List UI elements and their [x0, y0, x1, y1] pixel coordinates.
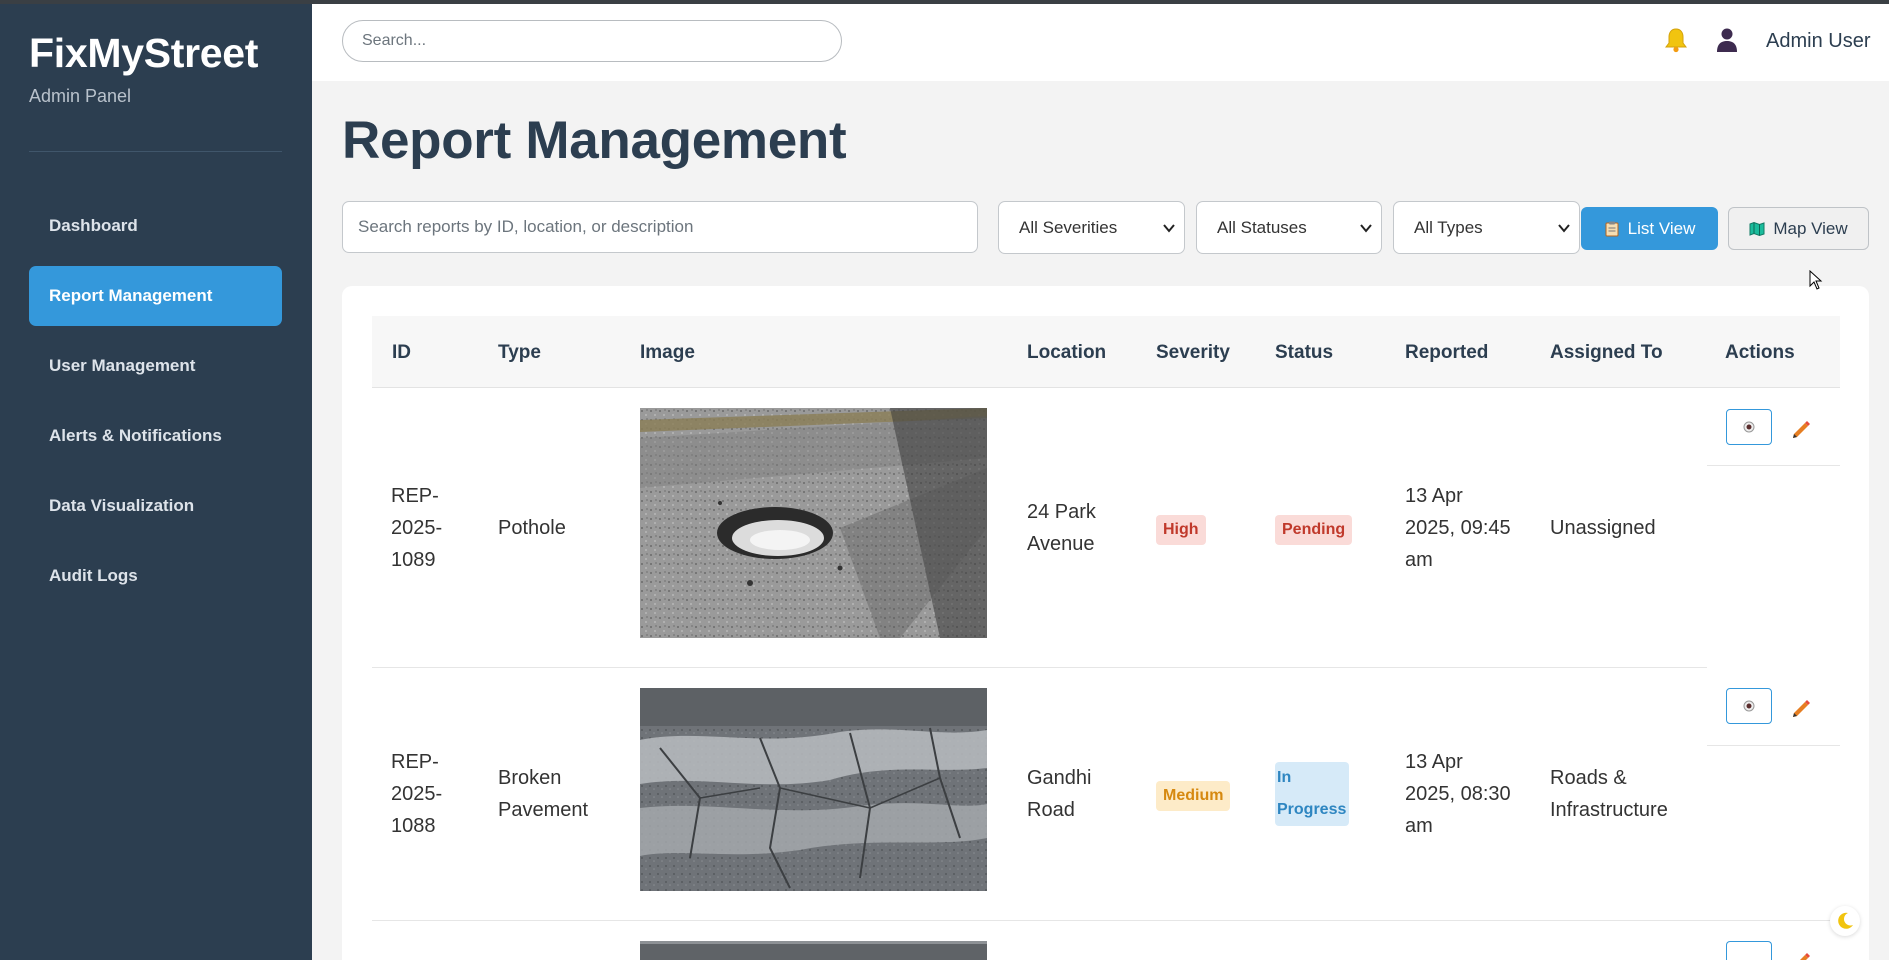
severity-badge: High: [1156, 515, 1206, 545]
sidebar-nav: Dashboard Report Management User Managem…: [29, 196, 282, 616]
column-header-type[interactable]: Type: [498, 342, 541, 364]
sidebar-item-user-management[interactable]: User Management: [29, 336, 282, 396]
sidebar-item-data-visualization[interactable]: Data Visualization: [29, 476, 282, 536]
type-filter-value: All Types: [1414, 217, 1483, 237]
report-date: 13 Apr 2025, 09:45 am: [1405, 485, 1511, 571]
report-location: 24 Park Avenue: [1027, 501, 1096, 555]
list-view-label: List View: [1627, 218, 1696, 238]
clipboard-icon: [1605, 221, 1619, 236]
sidebar-divider: [29, 151, 282, 152]
sidebar-item-label: Alerts & Notifications: [49, 426, 222, 445]
column-header-severity[interactable]: Severity: [1156, 342, 1230, 364]
sidebar-item-label: Audit Logs: [49, 566, 138, 585]
row-divider: [372, 667, 1707, 668]
map-icon: [1749, 221, 1765, 236]
sidebar-item-alerts-notifications[interactable]: Alerts & Notifications: [29, 406, 282, 466]
eye-icon: [1743, 421, 1755, 433]
user-icon[interactable]: [1715, 27, 1739, 53]
actions-divider: [1707, 465, 1840, 466]
chevron-down-icon: [1558, 224, 1570, 233]
report-search-input[interactable]: [342, 201, 978, 253]
chevron-down-icon: [1360, 224, 1372, 233]
bell-icon[interactable]: [1664, 27, 1688, 53]
status-badge: In Progress: [1275, 762, 1349, 826]
status-filter-select[interactable]: All Statuses: [1196, 201, 1382, 254]
sidebar-item-label: Data Visualization: [49, 496, 195, 515]
current-user-name[interactable]: Admin User: [1766, 30, 1870, 53]
column-header-location[interactable]: Location: [1027, 342, 1106, 364]
brand-subtitle: Admin Panel: [29, 86, 132, 106]
status-filter-value: All Statuses: [1217, 217, 1307, 237]
page-title: Report Management: [342, 111, 847, 170]
sidebar-item-audit-logs[interactable]: Audit Logs: [29, 546, 282, 606]
report-id[interactable]: REP-2025-1088: [391, 746, 463, 842]
sidebar: FixMyStreet Admin Panel Dashboard Report…: [0, 0, 312, 960]
sidebar-item-label: Report Management: [49, 286, 213, 305]
report-assignee: Roads & Infrastructure: [1550, 767, 1668, 821]
report-id[interactable]: REP-2025-1089: [391, 480, 463, 576]
report-type: Pothole: [498, 517, 566, 539]
list-view-button[interactable]: List View: [1581, 207, 1718, 250]
column-header-image[interactable]: Image: [640, 342, 695, 364]
edit-report-button[interactable]: [1790, 948, 1812, 960]
mouse-cursor-icon: [1809, 270, 1823, 290]
theme-toggle-button[interactable]: [1830, 906, 1860, 936]
column-header-status[interactable]: Status: [1275, 342, 1333, 364]
table-header: ID Type Image Location Severity Status R…: [372, 316, 1840, 388]
sidebar-item-label: User Management: [49, 356, 196, 375]
severity-filter-select[interactable]: All Severities: [998, 201, 1185, 254]
sidebar-item-dashboard[interactable]: Dashboard: [29, 196, 282, 256]
severity-filter-value: All Severities: [1019, 217, 1118, 237]
report-location: Gandhi Road: [1027, 767, 1092, 821]
column-header-reported[interactable]: Reported: [1405, 342, 1488, 364]
sidebar-item-report-management[interactable]: Report Management: [29, 266, 282, 326]
edit-report-button[interactable]: [1790, 695, 1812, 717]
report-type: Broken Pavement: [498, 767, 589, 821]
view-report-button[interactable]: [1726, 409, 1772, 445]
brand-logo[interactable]: FixMyStreet: [29, 30, 258, 77]
view-report-button[interactable]: [1726, 688, 1772, 724]
chevron-down-icon: [1163, 224, 1175, 233]
edit-report-button[interactable]: [1790, 416, 1812, 438]
row-divider: [372, 920, 1840, 921]
status-badge: Pending: [1275, 515, 1353, 545]
report-assignee: Unassigned: [1550, 517, 1656, 539]
top-header: Admin User: [312, 4, 1889, 81]
window-top-border: [0, 0, 1889, 4]
map-view-button[interactable]: Map View: [1728, 207, 1869, 250]
view-report-button[interactable]: [1726, 941, 1772, 960]
severity-badge: Medium: [1156, 781, 1231, 811]
eye-icon: [1743, 700, 1755, 712]
sidebar-item-label: Dashboard: [49, 216, 138, 235]
map-view-label: Map View: [1773, 218, 1848, 238]
column-header-actions[interactable]: Actions: [1725, 342, 1795, 364]
moon-icon: [1838, 912, 1853, 929]
report-date: 13 Apr 2025, 08:30 am: [1405, 751, 1511, 837]
global-search-input[interactable]: [342, 20, 842, 62]
report-image-pothole[interactable]: [640, 408, 987, 638]
column-header-assigned-to[interactable]: Assigned To: [1550, 342, 1663, 364]
report-image-broken-pavement[interactable]: [640, 688, 987, 891]
type-filter-select[interactable]: All Types: [1393, 201, 1580, 254]
report-image[interactable]: [640, 941, 987, 960]
actions-divider: [1707, 745, 1840, 746]
column-header-id[interactable]: ID: [392, 342, 411, 364]
